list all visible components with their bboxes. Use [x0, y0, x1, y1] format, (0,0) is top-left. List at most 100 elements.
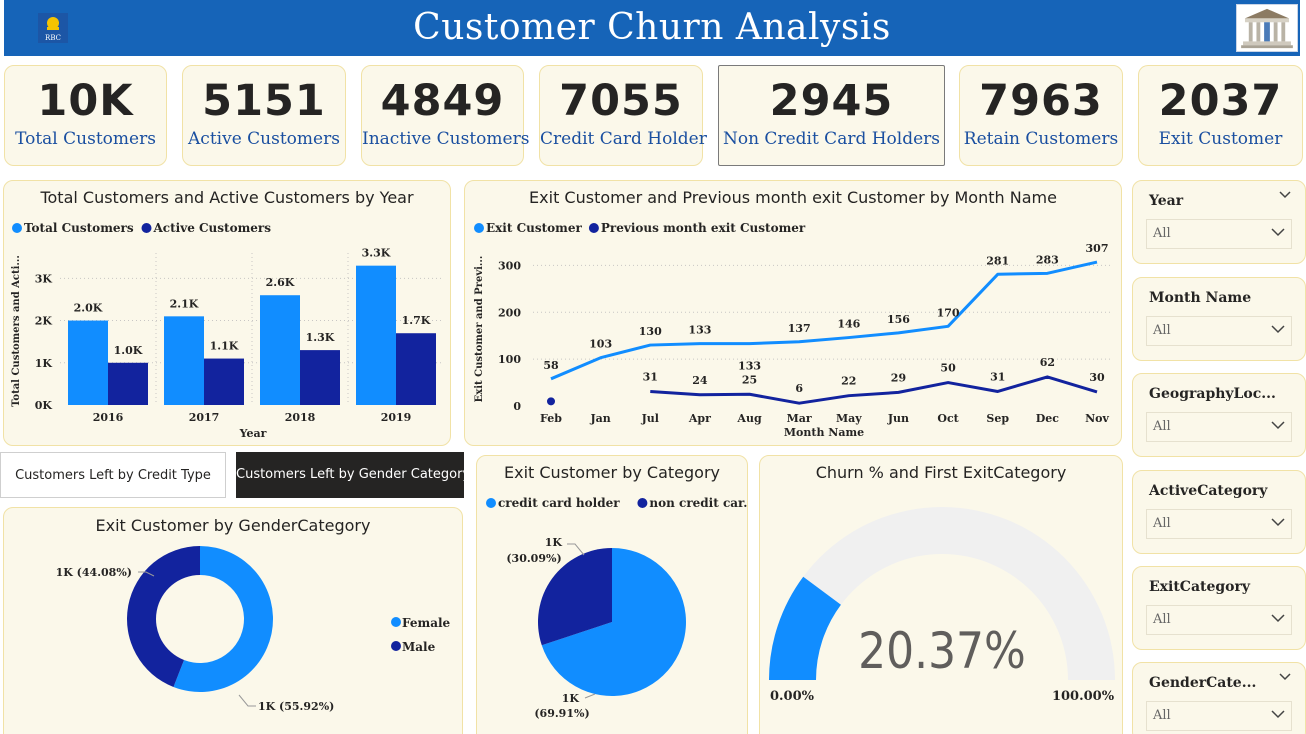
kpi-label: Credit Card Holder	[540, 129, 707, 149]
bar-data-label: 1.1K	[210, 340, 239, 353]
pie-data-label: 1K	[562, 692, 580, 705]
chevron-down-icon[interactable]	[1279, 673, 1291, 681]
kpi-card-exit-customer[interactable]: 2037 Exit Customer	[1138, 65, 1303, 166]
legend-marker	[141, 223, 152, 233]
pie-data-label: (69.91%)	[534, 707, 589, 720]
line-data-label: 307	[1086, 242, 1109, 255]
line-data-label: 50	[940, 362, 956, 375]
line-data-label: 6	[795, 382, 803, 395]
kpi-card-credit-card-holder[interactable]: 7055 Credit Card Holder	[539, 65, 707, 166]
slicer-value: All	[1153, 516, 1171, 531]
slicer-dropdown[interactable]: All	[1146, 412, 1292, 442]
kpi-label: Active Customers	[188, 129, 340, 149]
line-x-tick-label: Oct	[937, 412, 959, 425]
slicer-geography-location[interactable]: GeographyLoc... All	[1132, 373, 1306, 457]
slicer-year[interactable]: Year All	[1132, 180, 1306, 264]
donut-data-label: 1K (55.92%)	[258, 700, 334, 713]
line-point-previous-month	[547, 397, 555, 406]
customers-left-by-gender-category-button[interactable]: Customers Left by Gender Category	[236, 452, 470, 498]
kpi-card-retain-customers[interactable]: 7963 Retain Customers	[959, 65, 1123, 166]
line-data-label: 58	[543, 359, 559, 372]
line-data-label: 133	[738, 360, 761, 373]
line-series-previous-month-exit	[650, 375, 1098, 405]
kpi-card-non-credit-card-holders[interactable]: 2945 Non Credit Card Holders	[718, 65, 945, 166]
line-series-exit-customer	[550, 260, 1098, 381]
line-data-label: 130	[639, 325, 662, 338]
bank-building-icon	[1236, 4, 1298, 52]
customers-left-by-credit-type-button[interactable]: Customers Left by Credit Type	[0, 452, 226, 498]
kpi-card-total-customers[interactable]: 10K Total Customers	[4, 65, 167, 166]
kpi-card-active-customers[interactable]: 5151 Active Customers	[182, 65, 346, 166]
chevron-down-icon	[1271, 518, 1285, 527]
pie-data-label: 1K	[545, 536, 563, 549]
bar-data-label: 2.6K	[266, 276, 295, 289]
bar-active-2016	[108, 362, 148, 405]
slicer-title: Year	[1149, 193, 1184, 209]
pie-chart-panel: Exit Customer by Category credit card ho…	[476, 455, 748, 734]
kpi-card-inactive-customers[interactable]: 4849 Inactive Customers	[361, 65, 529, 166]
page-title: Customer Churn Analysis	[413, 7, 891, 48]
slicer-value: All	[1153, 708, 1171, 723]
line-chart-y-axis-label: Exit Customer and Previ...	[474, 256, 485, 403]
line-x-tick-label: Jan	[589, 412, 610, 425]
slicer-month-name[interactable]: Month Name All	[1132, 277, 1306, 361]
bar-data-label: 3.3K	[362, 247, 391, 260]
slicer-dropdown[interactable]: All	[1146, 605, 1292, 635]
gauge-max-label: 100.00%	[1052, 689, 1115, 704]
line-x-tick-label: Mar	[787, 412, 812, 425]
legend-label: Exit Customer	[486, 221, 582, 235]
chevron-down-icon[interactable]	[1279, 191, 1291, 199]
legend-marker	[474, 223, 484, 233]
kpi-value: 10K	[37, 76, 134, 126]
chevron-down-icon	[1271, 228, 1285, 237]
line-y-tick-label: 100	[498, 353, 521, 366]
kpi-label: Exit Customer	[1158, 129, 1283, 149]
bar-active-2017	[204, 358, 244, 405]
line-data-label: 281	[986, 254, 1009, 267]
legend-label: Female	[402, 616, 451, 630]
donut-leader-line	[238, 694, 256, 707]
kpi-value: 2945	[769, 76, 894, 126]
line-y-tick-label: 0	[513, 400, 521, 413]
line-data-label: 156	[887, 313, 910, 326]
slicer-dropdown[interactable]: All	[1146, 219, 1292, 249]
kpi-label: Total Customers	[15, 129, 156, 149]
line-data-label: 283	[1036, 253, 1059, 266]
slicer-dropdown[interactable]: All	[1146, 509, 1292, 539]
gauge-chart: 20.37% 0.00% 100.00%	[769, 507, 1115, 704]
line-x-tick-label: Aug	[736, 412, 762, 425]
bar-total-2019	[356, 265, 396, 405]
legend-marker	[12, 223, 22, 233]
bar-active-2019	[396, 333, 436, 405]
bar-x-tick-label: 2018	[285, 411, 316, 424]
kpi-value: 5151	[202, 76, 326, 126]
slicer-dropdown[interactable]: All	[1146, 316, 1292, 346]
slicer-exit-category[interactable]: ExitCategory All	[1132, 566, 1306, 650]
slicer-title: GeographyLoc...	[1149, 386, 1276, 402]
slicer-value: All	[1153, 323, 1171, 338]
bar-x-tick-label: 2019	[381, 411, 412, 424]
slicer-title: GenderCate...	[1149, 675, 1257, 691]
bar-total-2016	[68, 320, 108, 405]
pie-leader-line	[567, 543, 585, 556]
line-x-tick-label: Jul	[641, 412, 659, 425]
bar-chart-panel: Total Customers and Active Customers by …	[3, 180, 451, 446]
kpi-label: Non Credit Card Holders	[722, 129, 941, 149]
legend-label: Previous month exit Customer	[601, 221, 806, 235]
bar-total-2018	[260, 295, 300, 405]
pie-chart: credit card holder non credit car... 1K (3…	[486, 496, 747, 720]
slicer-active-category[interactable]: ActiveCategory All	[1132, 470, 1306, 554]
kpi-value: 4849	[380, 76, 505, 126]
legend-label: Active Customers	[153, 221, 272, 235]
kpi-label: Retain Customers	[963, 129, 1119, 149]
chevron-down-icon	[1271, 710, 1285, 719]
chevron-down-icon	[1271, 325, 1285, 334]
bar-chart-x-axis-label: Year	[239, 427, 267, 440]
bar-data-label: 1.3K	[306, 331, 335, 344]
bar-total-2017	[164, 316, 204, 405]
line-x-tick-label: Nov	[1085, 412, 1109, 425]
slicer-dropdown[interactable]: All	[1146, 701, 1292, 731]
line-data-label: 31	[643, 370, 658, 383]
line-data-label: 146	[837, 318, 860, 331]
slicer-gender-category[interactable]: GenderCate... All	[1132, 662, 1306, 734]
